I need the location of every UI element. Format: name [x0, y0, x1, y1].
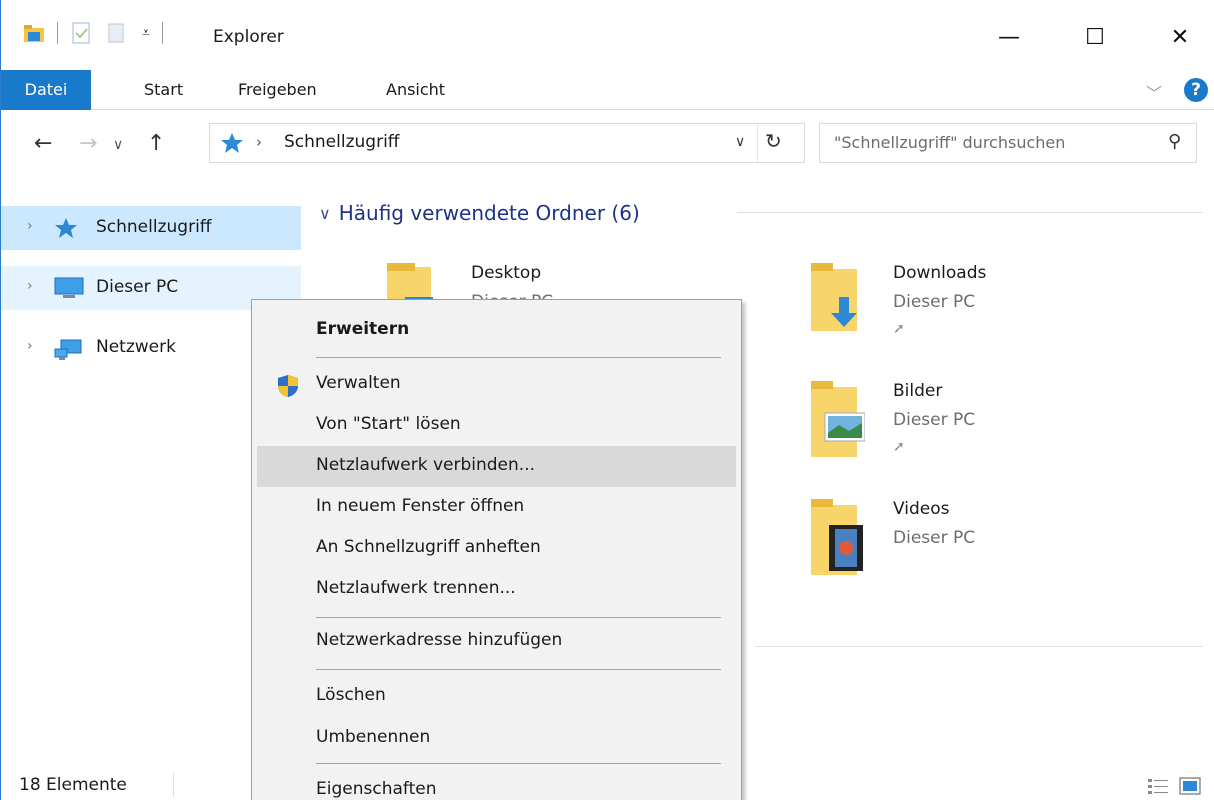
navigation-bar: ← → ∨ ↑ › Schnellzugriff ∨ ↻ "Schnellzug… — [1, 111, 1214, 173]
nav-item-label: Netzwerk — [96, 337, 176, 357]
computer-icon — [53, 277, 85, 304]
videos-folder-icon — [809, 499, 865, 582]
expand-chevron-icon[interactable]: › — [27, 278, 33, 294]
toolbar-separator — [161, 22, 163, 44]
menu-item-loeschen[interactable]: Löschen — [257, 676, 736, 717]
menu-item-label: Verwalten — [316, 373, 401, 393]
item-count: 18 Elemente — [19, 775, 127, 795]
help-icon[interactable]: ? — [1184, 78, 1208, 102]
menu-item-label: Erweitern — [316, 319, 410, 339]
explorer-window: ⩡ Explorer — ☐ ✕ Datei Start Freigeben A… — [0, 0, 1214, 800]
menu-item-in-neuem-fenster-oeffnen[interactable]: In neuem Fenster öffnen — [257, 487, 736, 528]
menu-item-netzwerkadresse-hinzufuegen[interactable]: Netzwerkadresse hinzufügen — [257, 621, 736, 662]
context-menu: Erweitern Verwalten Von "Start" lösen Ne… — [251, 299, 742, 800]
menu-item-label: Umbenennen — [316, 727, 431, 747]
nav-item-label: Schnellzugriff — [96, 217, 212, 237]
nav-item-schnellzugriff[interactable]: › Schnellzugriff — [1, 206, 301, 250]
minimize-button[interactable]: — — [986, 14, 1032, 60]
menu-item-von-start-loesen[interactable]: Von "Start" lösen — [257, 405, 736, 446]
collapse-chevron-icon[interactable]: ∨ — [319, 204, 331, 223]
menu-item-an-schnellzugriff-anheften[interactable]: An Schnellzugriff anheften — [257, 528, 736, 569]
menu-item-label: Netzlaufwerk verbinden... — [316, 455, 535, 475]
menu-separator — [316, 669, 721, 670]
pictures-folder-icon — [809, 381, 866, 464]
menu-item-netzlaufwerk-trennen[interactable]: Netzlaufwerk trennen... — [257, 569, 736, 610]
star-icon — [53, 217, 79, 244]
menu-item-label: An Schnellzugriff anheften — [316, 537, 541, 557]
pin-icon[interactable]: ➚ — [893, 321, 905, 337]
large-icons-view-icon[interactable] — [1179, 777, 1201, 800]
search-box[interactable]: "Schnellzugriff" durchsuchen ⚲ — [819, 123, 1197, 163]
tab-ansicht[interactable]: Ansicht — [386, 70, 445, 110]
address-bar[interactable]: › Schnellzugriff ∨ ↻ — [209, 123, 805, 163]
menu-item-erweitern[interactable]: Erweitern — [257, 310, 736, 351]
address-history-chevron-icon[interactable]: ∨ — [735, 134, 745, 150]
group-header-frequent-folders[interactable]: ∨ Häufig verwendete Ordner (6) — [319, 201, 640, 225]
folder-name: Desktop — [471, 263, 542, 283]
maximize-button[interactable]: ☐ — [1072, 14, 1118, 60]
customize-toolbar-dropdown[interactable]: ⩡ — [142, 25, 150, 41]
folder-location: Dieser PC — [893, 528, 976, 548]
expand-ribbon-chevron-icon[interactable]: ﹀ — [1146, 80, 1162, 104]
expand-chevron-icon[interactable]: › — [27, 218, 33, 234]
address-divider — [757, 124, 758, 162]
folder-tile-downloads[interactable]: Downloads Dieser PC ➚ — [809, 263, 1209, 363]
network-icon — [53, 337, 85, 366]
menu-item-verwalten[interactable]: Verwalten — [257, 364, 736, 405]
ribbon-tabs: Datei Start Freigeben Ansicht ﹀ ? — [1, 70, 1214, 110]
pin-icon[interactable]: ➚ — [893, 439, 905, 455]
folder-name: Downloads — [893, 263, 987, 283]
recent-locations-chevron-icon[interactable]: ∨ — [113, 137, 123, 153]
status-divider — [173, 773, 174, 797]
expand-chevron-icon[interactable]: › — [27, 338, 33, 354]
shield-icon — [277, 374, 299, 403]
folder-location: Dieser PC — [893, 292, 976, 312]
folder-name: Videos — [893, 499, 950, 519]
menu-item-label: Löschen — [316, 685, 386, 705]
menu-item-netzlaufwerk-verbinden[interactable]: Netzlaufwerk verbinden... — [257, 446, 736, 487]
toolbar-separator — [57, 22, 58, 44]
refresh-icon[interactable]: ↻ — [765, 129, 782, 153]
menu-item-label: In neuem Fenster öffnen — [316, 496, 525, 516]
menu-item-umbenennen[interactable]: Umbenennen — [257, 718, 736, 759]
breadcrumb-schnellzugriff[interactable]: Schnellzugriff — [284, 132, 400, 152]
group-divider — [755, 646, 1203, 647]
menu-item-label: Netzlaufwerk trennen... — [316, 578, 516, 598]
nav-item-label: Dieser PC — [96, 277, 179, 297]
menu-item-label: Netzwerkadresse hinzufügen — [316, 630, 563, 650]
search-icon[interactable]: ⚲ — [1168, 131, 1181, 152]
up-arrow-icon[interactable]: ↑ — [147, 131, 165, 156]
quick-access-toolbar: ⩡ — [23, 22, 175, 44]
folder-tile-bilder[interactable]: Bilder Dieser PC ➚ — [809, 381, 1209, 481]
quick-access-star-icon — [220, 132, 244, 159]
downloads-folder-icon — [809, 263, 865, 340]
menu-separator — [316, 617, 721, 618]
folder-tile-videos[interactable]: Videos Dieser PC — [809, 499, 1209, 599]
tab-start[interactable]: Start — [144, 70, 183, 110]
folder-name: Bilder — [893, 381, 943, 401]
details-view-icon[interactable] — [1147, 777, 1169, 800]
forward-arrow-icon[interactable]: → — [79, 131, 97, 156]
window-title: Explorer — [213, 27, 284, 47]
tab-freigeben[interactable]: Freigeben — [238, 70, 317, 110]
back-arrow-icon[interactable]: ← — [34, 131, 52, 156]
close-button[interactable]: ✕ — [1157, 14, 1203, 60]
tab-datei[interactable]: Datei — [1, 70, 91, 110]
menu-item-label: Von "Start" lösen — [316, 414, 461, 434]
properties-icon[interactable] — [70, 22, 92, 44]
folder-location: Dieser PC — [893, 410, 976, 430]
group-title: Häufig verwendete Ordner (6) — [338, 201, 640, 225]
group-divider — [737, 212, 1203, 213]
breadcrumb-separator-icon[interactable]: › — [256, 133, 262, 151]
title-bar: ⩡ Explorer — ☐ ✕ — [1, 0, 1214, 70]
new-folder-icon[interactable] — [106, 22, 128, 44]
status-bar: 18 Elemente — [1, 763, 1214, 800]
folder-app-icon[interactable] — [23, 22, 45, 44]
search-placeholder: "Schnellzugriff" durchsuchen — [834, 133, 1066, 152]
menu-separator — [316, 357, 721, 358]
